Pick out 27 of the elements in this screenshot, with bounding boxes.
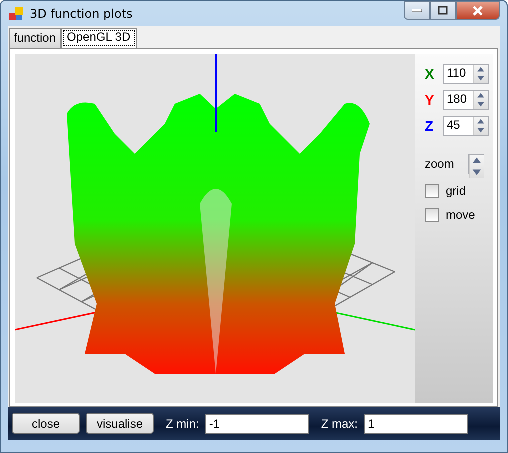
close-icon: [472, 6, 484, 16]
tab[interactable]: function: [9, 28, 62, 48]
zoom-label: zoom: [425, 157, 454, 172]
checkbox[interactable]: [425, 208, 439, 222]
checkbox-label: move: [446, 208, 476, 222]
action-button[interactable]: visualise: [86, 413, 154, 434]
window-title: 3D function plots: [30, 6, 133, 21]
range-label: Z max:: [321, 416, 358, 431]
rotation-spinbox[interactable]: 45: [443, 116, 489, 136]
action-button[interactable]: close: [12, 413, 80, 434]
minimize-button[interactable]: [404, 1, 430, 20]
maximize-button[interactable]: [430, 1, 456, 20]
rotation-spinbox[interactable]: 110: [443, 64, 489, 84]
checkbox[interactable]: [425, 184, 439, 198]
checkbox-label: grid: [446, 184, 466, 198]
axis-label: X: [425, 66, 436, 82]
maximize-icon: [438, 6, 448, 15]
range-label: Z min:: [166, 416, 200, 431]
close-window-button[interactable]: [456, 1, 500, 20]
axis-label: Z: [425, 118, 435, 134]
axis-label: Y: [425, 92, 436, 108]
app-icon: [8, 6, 24, 22]
tab[interactable]: OpenGL 3D: [61, 28, 137, 48]
minimize-icon: [412, 8, 422, 12]
range-input-field[interactable]: -1: [205, 414, 310, 434]
range-input-field[interactable]: 1: [364, 414, 468, 434]
rotation-spinbox[interactable]: 180: [443, 90, 489, 110]
